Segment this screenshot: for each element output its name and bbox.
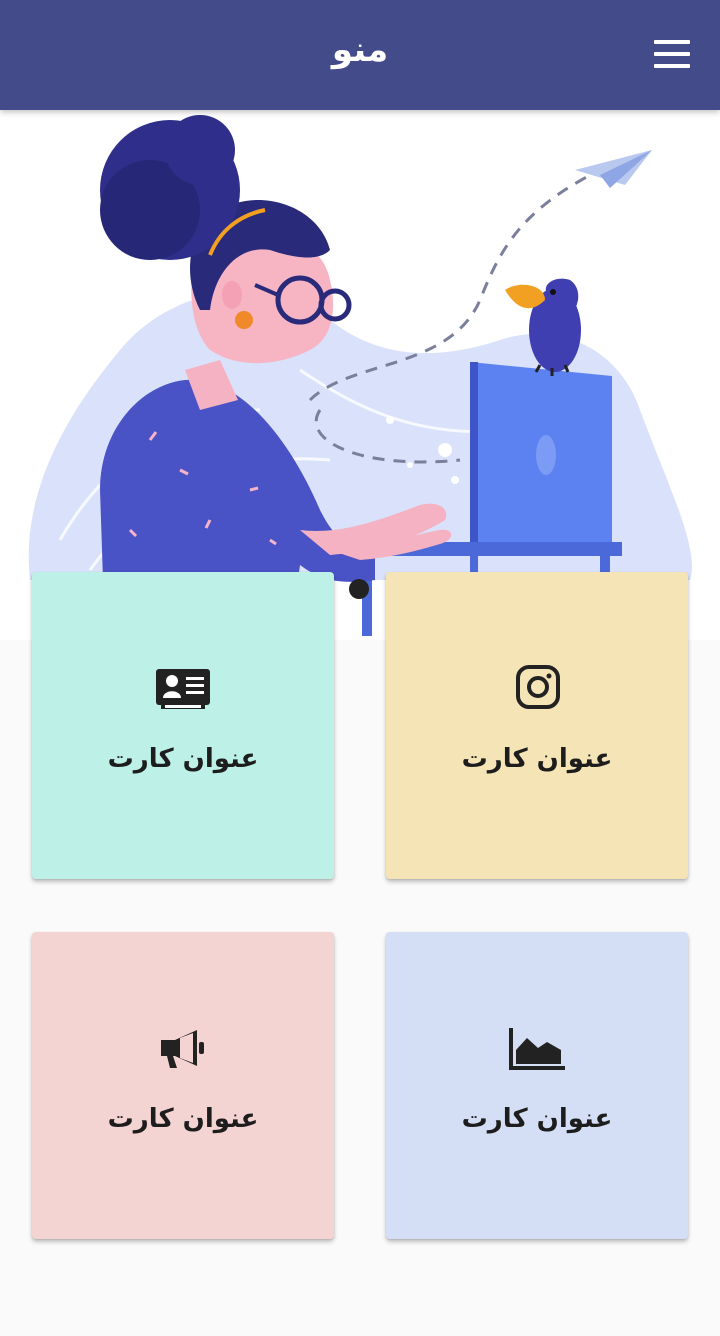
card-title: عنوان کارت <box>461 744 613 774</box>
card-megaphone[interactable]: عنوان کارت <box>32 932 334 1239</box>
megaphone-icon <box>161 1030 204 1068</box>
card-title: عنوان کارت <box>461 1104 613 1134</box>
app-title: منو <box>331 30 389 70</box>
id-card-icon <box>156 669 210 709</box>
card-id[interactable]: عنوان کارت <box>32 572 334 879</box>
instagram-icon <box>516 665 560 709</box>
card-chart[interactable]: عنوان کارت <box>386 932 688 1239</box>
card-title: عنوان کارت <box>107 744 259 774</box>
hamburger-menu-icon[interactable] <box>654 40 690 68</box>
card-title: عنوان کارت <box>107 1104 259 1134</box>
carousel-slide[interactable] <box>0 110 720 640</box>
app-bar: منو <box>0 0 720 110</box>
area-chart-icon <box>509 1028 565 1070</box>
carousel-indicator-dot[interactable] <box>349 579 369 599</box>
card-instagram[interactable]: عنوان کارت <box>386 572 688 879</box>
illustration-woman-laptop-parrot <box>28 115 692 640</box>
